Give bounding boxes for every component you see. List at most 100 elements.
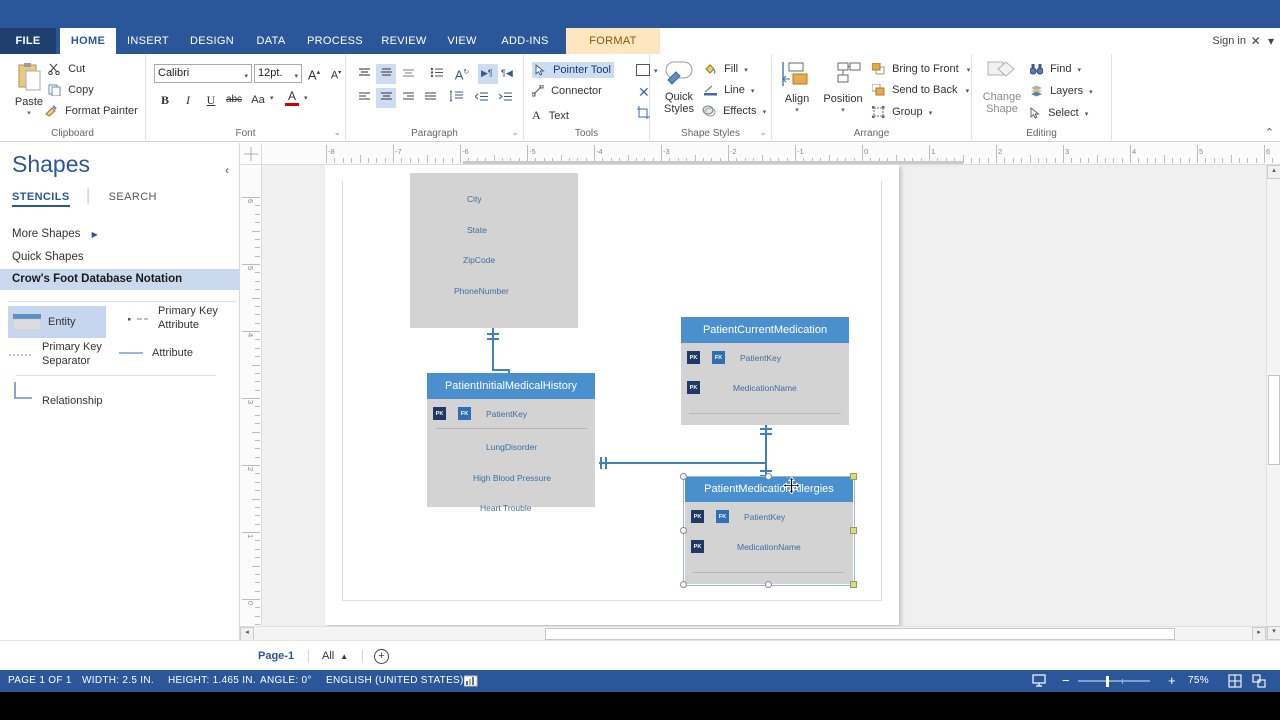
scroll-right-arrow[interactable]: ▸ — [1252, 627, 1266, 641]
resize-handle-ne[interactable] — [850, 473, 857, 480]
shape-rect-tool[interactable] — [636, 64, 650, 76]
italic-button[interactable]: I — [178, 90, 198, 110]
connector-tool-button[interactable]: Connector — [532, 85, 602, 97]
justify-button[interactable] — [420, 88, 440, 108]
font-size-caret-icon[interactable]: ▾ — [294, 69, 298, 84]
tab-view[interactable]: VIEW — [440, 28, 484, 54]
align-bottom-button[interactable] — [398, 64, 418, 84]
quick-styles-button[interactable]: Quick Styles — [656, 60, 702, 115]
horizontal-ruler[interactable]: -8 -7 -6 -5 -4 -3 -2 -1 0 1 2 3 4 5 6 — [262, 143, 1280, 165]
decrease-indent-button[interactable] — [472, 88, 492, 108]
more-shapes-row[interactable]: More Shapes ▶ — [0, 225, 240, 244]
scroll-down-arrow[interactable]: ▾ — [1267, 626, 1280, 640]
collapse-panel-icon[interactable]: ‹ — [225, 163, 229, 177]
entity-patient-initial-medical-history[interactable]: PatientInitialMedicalHistory PK FK Patie… — [427, 373, 595, 513]
send-to-back-button[interactable]: Send to Back ▾ — [872, 84, 969, 96]
shrink-font-button[interactable]: A▾ — [326, 63, 346, 83]
layers-button[interactable]: Layers ▾ — [1030, 85, 1093, 97]
zoom-slider-knob[interactable] — [1106, 676, 1109, 687]
zoom-in-button[interactable]: + — [1168, 670, 1176, 692]
tab-insert[interactable]: INSERT — [120, 28, 176, 54]
stencil-item-primary-key-attribute[interactable]: Primary Key Attribute — [128, 303, 236, 337]
select-caret-icon[interactable]: ▾ — [1085, 111, 1089, 118]
entity-patient-medication-allergies[interactable]: PatientMedicationAllergies PK FK Patient… — [680, 473, 857, 640]
resize-handle-s[interactable] — [765, 581, 772, 588]
bring-to-front-caret-icon[interactable]: ▾ — [967, 67, 971, 74]
zoom-slider-track[interactable] — [1078, 680, 1150, 682]
pointer-tool-button[interactable]: Pointer Tool — [532, 62, 614, 79]
stencil-item-entity[interactable]: Entity — [8, 306, 106, 338]
stencil-item-attribute[interactable]: Attribute — [118, 339, 228, 369]
page-tab-page1[interactable]: Page-1 — [258, 641, 294, 671]
tab-search[interactable]: SEARCH — [109, 191, 157, 203]
bullets-button[interactable] — [426, 64, 446, 84]
text-direction-button[interactable]: A↻ — [452, 63, 472, 83]
strikethrough-button[interactable]: abc — [222, 90, 246, 110]
position-caret-icon[interactable]: ▾ — [820, 105, 866, 117]
page-tab-all[interactable]: All ▲ — [322, 641, 348, 672]
format-painter-button[interactable]: Format Painter — [44, 105, 138, 117]
scroll-up-arrow[interactable]: ▴ — [1267, 165, 1280, 179]
presentation-mode-icon[interactable] — [1032, 674, 1046, 693]
stencil-crows-foot-row[interactable]: Crow's Foot Database Notation — [0, 269, 240, 290]
crop-tool-button[interactable] — [636, 106, 650, 125]
resize-handle-e[interactable] — [850, 527, 857, 534]
tab-file[interactable]: FILE — [0, 28, 56, 54]
text-tool-button[interactable]: A Text — [532, 108, 569, 123]
status-language[interactable]: ENGLISH (UNITED STATES) — [326, 670, 464, 692]
resize-handle-sw[interactable] — [680, 581, 687, 588]
align-button[interactable]: Align ▾ — [778, 62, 816, 117]
resize-handle-w[interactable] — [680, 527, 687, 534]
tab-home[interactable]: HOME — [60, 28, 116, 54]
add-page-button[interactable]: + — [374, 649, 389, 664]
status-angle[interactable]: ANGLE: 0° — [260, 670, 312, 692]
ltr-text-button[interactable]: ▶¶ — [478, 64, 498, 84]
group-button[interactable]: Group ▾ — [872, 106, 933, 119]
effects-caret-icon[interactable]: ▾ — [763, 109, 767, 116]
resize-handle-n[interactable] — [765, 473, 772, 480]
fill-button[interactable]: Fill ▾ — [704, 63, 748, 75]
fit-page-icon[interactable] — [1228, 674, 1242, 693]
font-color-caret-icon[interactable]: ▾ — [304, 94, 308, 102]
align-middle-button[interactable] — [376, 64, 396, 84]
vertical-ruler[interactable]: 6 5 4 3 2 1 0 — [240, 165, 262, 640]
sign-in-link[interactable]: Sign in — [1212, 28, 1246, 54]
find-caret-icon[interactable]: ▾ — [1078, 67, 1082, 74]
align-caret-icon[interactable]: ▾ — [778, 105, 816, 117]
line-caret-icon[interactable]: ▾ — [751, 88, 755, 95]
vertical-scroll-thumb[interactable] — [1268, 375, 1280, 465]
change-shape-button[interactable]: Change Shape — [978, 60, 1026, 115]
bring-to-front-button[interactable]: Bring to Front ▾ — [872, 63, 970, 75]
drawing-surface[interactable]: City State ZipCode PhoneNumber PatientIn… — [262, 165, 1266, 640]
increase-indent-button[interactable] — [496, 88, 516, 108]
tab-process[interactable]: PROCESS — [300, 28, 370, 54]
bold-button[interactable]: B — [155, 90, 175, 110]
change-case-button[interactable]: Aa — [246, 90, 270, 110]
zoom-level-label[interactable]: 75% — [1188, 670, 1209, 692]
copy-button[interactable]: Copy — [48, 84, 94, 97]
horizontal-scrollbar[interactable]: ◂ ▸ — [240, 626, 1266, 641]
layers-caret-icon[interactable]: ▾ — [1089, 89, 1093, 96]
font-color-button[interactable]: A — [281, 90, 303, 106]
resize-handle-se[interactable] — [850, 581, 857, 588]
send-to-back-caret-icon[interactable]: ▾ — [966, 88, 970, 95]
underline-button[interactable]: U — [201, 90, 221, 110]
grow-font-button[interactable]: A▴ — [304, 63, 324, 83]
group-caret-icon[interactable]: ▾ — [929, 110, 933, 117]
line-spacing-button[interactable] — [446, 88, 466, 108]
cut-button[interactable]: Cut — [48, 63, 85, 76]
align-top-button[interactable] — [354, 64, 374, 84]
position-button[interactable]: Position ▾ — [820, 62, 866, 117]
find-button[interactable]: Find ▾ — [1030, 63, 1081, 75]
rtl-text-button[interactable]: ¶◀ — [498, 64, 518, 84]
connector-horizontal-2[interactable] — [599, 462, 767, 464]
align-center-button[interactable] — [376, 88, 396, 108]
fill-caret-icon[interactable]: ▾ — [744, 67, 748, 74]
window-controls[interactable]: ✕ ▾ — [1251, 28, 1276, 54]
stencil-item-relationship[interactable]: Relationship — [8, 381, 128, 411]
quick-shapes-row[interactable]: Quick Shapes — [0, 248, 240, 267]
align-left-button[interactable] — [354, 88, 374, 108]
fit-window-icon[interactable] — [1252, 674, 1266, 693]
select-button[interactable]: Select ▾ — [1030, 107, 1088, 119]
zoom-out-button[interactable]: − — [1062, 670, 1070, 692]
